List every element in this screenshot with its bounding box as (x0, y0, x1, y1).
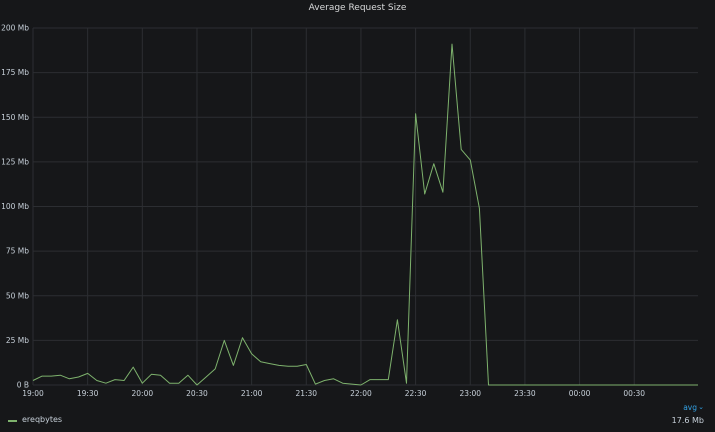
x-tick-label: 19:00 (22, 389, 44, 398)
y-tick-label: 200 Mb (1, 24, 29, 33)
x-tick-label: 00:30 (623, 389, 645, 398)
x-axis: 19:00 19:30 20:00 20:30 21:00 21:30 22:00 22:30… (22, 389, 645, 398)
y-tick-label: 75 Mb (6, 247, 29, 256)
y-tick-label: 100 Mb (1, 202, 29, 211)
y-axis: 0 B25 Mb50 Mb75 Mb100 Mb125 Mb150 Mb175 … (1, 24, 29, 390)
x-tick-label: 20:30 (186, 389, 208, 398)
grid (32, 27, 698, 386)
x-tick-label: 23:30 (514, 389, 536, 398)
x-tick-label: 00:00 (569, 389, 591, 398)
y-tick-label: 125 Mb (1, 157, 29, 166)
chart-panel: Average Request Size 0 B 25 Mb 50 Mb 75 Mb 1… (0, 0, 715, 432)
x-tick-label: 21:30 (295, 389, 317, 398)
chevron-down-icon[interactable]: ⌄ (698, 403, 704, 411)
legend-avg-header[interactable]: avg (683, 403, 697, 412)
x-tick-label: 22:00 (350, 389, 372, 398)
legend-swatch (8, 420, 17, 422)
chart-plot: 0 B25 Mb50 Mb75 Mb100 Mb125 Mb150 Mb175 … (1, 24, 698, 398)
x-tick-label: 22:30 (405, 389, 427, 398)
x-tick-label: 21:00 (241, 389, 263, 398)
x-tick-label: 23:00 (459, 389, 481, 398)
y-tick-label: 150 Mb (1, 113, 29, 122)
series-line-ereqbytes (32, 43, 698, 386)
x-tick-label: 19:30 (77, 389, 99, 398)
series-layer (32, 43, 698, 386)
y-tick-label: 50 Mb (6, 291, 29, 300)
y-tick-label: 25 Mb (6, 336, 29, 345)
legend-series-name[interactable]: ereqbytes (22, 415, 62, 424)
x-tick-label: 20:00 (132, 389, 154, 398)
y-tick-label: 175 Mb (1, 68, 29, 77)
legend-avg-value: 17.6 Mb (671, 416, 704, 425)
